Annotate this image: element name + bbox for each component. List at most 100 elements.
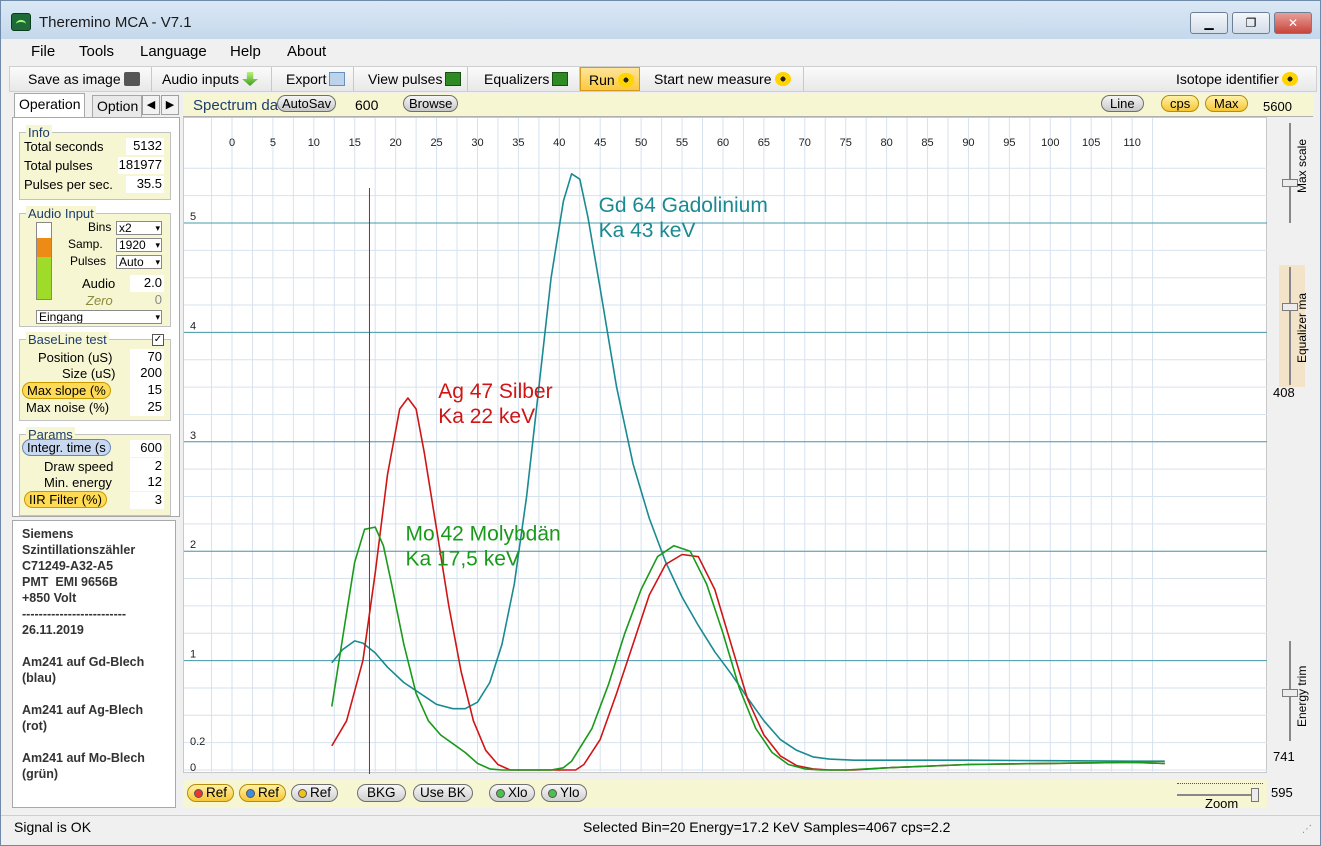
audio-inputs-button[interactable]: Audio inputs <box>154 67 272 91</box>
x-tick-label: 20 <box>390 137 402 149</box>
x-tick-label: 40 <box>553 137 565 149</box>
audio-device-select[interactable]: Eingang <box>36 310 162 324</box>
annotation-title: Ag 47 Silber <box>438 380 552 403</box>
annotation-energy: Ka 22 keV <box>438 405 535 428</box>
left-panel: Operation Option ◀ ▶ Info Total seconds … <box>12 93 180 517</box>
run-button[interactable]: Run <box>580 67 640 91</box>
x-tick-label: 95 <box>1003 137 1015 149</box>
position-value[interactable]: 70 <box>130 349 164 366</box>
integration-time-value[interactable]: 600 <box>130 440 164 457</box>
isotope-identifier-label: Isotope identifier <box>1176 71 1279 87</box>
notes-textarea[interactable]: Siemens Szintillationszähler C71249-A32-… <box>12 520 176 808</box>
autosave-button[interactable]: AutoSav <box>277 95 337 112</box>
pulses-select[interactable]: Auto <box>116 255 162 269</box>
max-button[interactable]: Max <box>1205 95 1248 112</box>
autosave-value[interactable]: 600 <box>355 97 378 113</box>
x-tick-label: 0 <box>229 137 235 149</box>
close-button[interactable]: ✕ <box>1274 12 1312 34</box>
minimize-button[interactable]: ▁ <box>1190 12 1228 34</box>
ref-yellow-button[interactable]: Ref <box>291 784 339 802</box>
plot-bottom-bar: Ref Ref Ref BKG Use BK Xlo Ylo Zoom <box>183 780 1267 811</box>
view-pulses-label: View pulses <box>368 71 443 87</box>
x-tick-label: 35 <box>512 137 524 149</box>
size-value[interactable]: 200 <box>130 365 164 382</box>
green-dot-icon <box>496 789 505 798</box>
zoom-slider[interactable] <box>1251 788 1259 802</box>
export-button[interactable]: Export <box>278 67 354 91</box>
maximize-button[interactable]: ❐ <box>1232 12 1270 34</box>
resize-grip-icon[interactable]: ⋰ <box>1302 824 1312 835</box>
waveform-icon <box>552 72 569 86</box>
tab-options[interactable]: Option <box>92 95 142 117</box>
right-scale-panel: 5600 Max scale Equalizer ma 408 Energy t… <box>1263 99 1317 773</box>
view-pulses-button[interactable]: View pulses <box>360 67 468 91</box>
baseline-test-checkbox[interactable]: ✓ <box>152 334 164 346</box>
xlo-button[interactable]: Xlo <box>489 784 535 802</box>
max-slope-value[interactable]: 15 <box>130 382 164 399</box>
x-tick-label: 30 <box>471 137 483 149</box>
x-tick-label: 110 <box>1123 137 1141 149</box>
annotation-energy: Ka 17,5 keV <box>405 547 519 570</box>
isotope-identifier-button[interactable]: Isotope identifier <box>1168 67 1316 91</box>
baseline-test-group: BaseLine test ✓ Position (uS) 70 Size (u… <box>19 332 171 421</box>
ylo-button[interactable]: Ylo <box>541 784 587 802</box>
line-mode-button[interactable]: Line <box>1101 95 1144 112</box>
operation-tab-panel: Info Total seconds 5132 Total pulses 181… <box>12 117 180 517</box>
ref-blue-button[interactable]: Ref <box>239 784 287 802</box>
y-tick-label: 0 <box>190 762 196 774</box>
cps-button[interactable]: cps <box>1161 95 1200 112</box>
y-axis-ticks: 0 0.2 1 2 3 4 5 <box>190 211 205 774</box>
bins-select[interactable]: x2 <box>116 221 162 235</box>
browse-button[interactable]: Browse <box>403 95 459 112</box>
x-tick-label: 15 <box>349 137 361 149</box>
start-new-measure-button[interactable]: Start new measure <box>646 67 804 91</box>
zero-label: Zero <box>86 293 113 308</box>
max-noise-value[interactable]: 25 <box>130 399 164 416</box>
total-seconds-label: Total seconds <box>24 139 104 154</box>
energy-trim-value: 741 <box>1273 749 1295 764</box>
draw-speed-value[interactable]: 2 <box>130 458 164 475</box>
integration-time-button[interactable]: Integr. time (s <box>22 439 111 456</box>
min-energy-label: Min. energy <box>44 475 112 490</box>
use-bk-button[interactable]: Use BK <box>413 784 473 802</box>
total-pulses-value: 181977 <box>118 157 164 174</box>
audio-value[interactable]: 2.0 <box>130 275 164 292</box>
x-tick-label: 70 <box>799 137 811 149</box>
min-energy-value[interactable]: 12 <box>130 474 164 491</box>
info-group-label: Info <box>26 125 52 140</box>
info-group: Info Total seconds 5132 Total pulses 181… <box>19 125 171 200</box>
menu-tools[interactable]: Tools <box>79 43 114 60</box>
signal-status: Signal is OK <box>14 819 92 835</box>
spectrum-data-label: Spectrum da <box>193 97 279 114</box>
samp-select[interactable]: 1920 <box>116 238 162 252</box>
x-tick-label: 75 <box>840 137 852 149</box>
x-tick-label: 85 <box>921 137 933 149</box>
blue-dot-icon <box>246 789 255 798</box>
green-down-arrow-icon <box>242 72 259 86</box>
equalizers-button[interactable]: Equalizers <box>476 67 580 91</box>
iir-filter-value[interactable]: 3 <box>130 492 164 509</box>
menu-help[interactable]: Help <box>230 43 261 60</box>
menu-language[interactable]: Language <box>140 43 207 60</box>
bkg-button[interactable]: BKG <box>357 784 406 802</box>
max-slope-button[interactable]: Max slope (% <box>22 382 111 399</box>
pulses-per-sec-value: 35.5 <box>126 176 164 193</box>
baseline-test-label: BaseLine test <box>26 332 109 347</box>
menu-about[interactable]: About <box>287 43 326 60</box>
spectrum-chart: 0 5 10 15 20 25 30 35 40 45 50 55 60 65 70 75 80 85 90 95 10… <box>184 118 1268 774</box>
zoom-ticks <box>1177 774 1263 784</box>
tab-operation[interactable]: Operation <box>14 93 86 117</box>
x-axis-ticks: 0 5 10 15 20 25 30 35 40 45 50 55 60 65 70 75 80 85 90 95 10… <box>229 137 1141 149</box>
save-image-button[interactable]: Save as image <box>20 67 152 91</box>
iir-filter-button[interactable]: IIR Filter (%) <box>24 491 107 508</box>
equalizer-label: Equalizer ma <box>1295 292 1309 363</box>
equalizer-track <box>1289 267 1291 385</box>
spectrum-plot[interactable]: 0 5 10 15 20 25 30 35 40 45 50 55 60 65 70 75 80 85 90 95 10… <box>183 117 1268 774</box>
x-tick-label: 5 <box>270 137 276 149</box>
total-seconds-value: 5132 <box>126 138 164 155</box>
menu-file[interactable]: File <box>31 43 55 60</box>
tab-scroll-left-button[interactable]: ◀ <box>142 95 160 115</box>
ref-red-button[interactable]: Ref <box>187 784 235 802</box>
zero-value: 0 <box>154 292 162 307</box>
tab-scroll-right-button[interactable]: ▶ <box>161 95 179 115</box>
